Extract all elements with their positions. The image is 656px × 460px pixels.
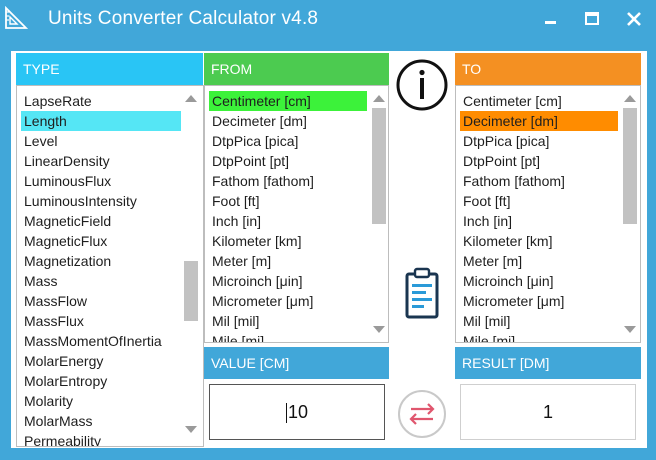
to-scrollbar[interactable] — [622, 86, 638, 342]
main-content: TYPE LapseRate Length Level LinearDensity Lu… — [11, 51, 647, 448]
from-list-item[interactable]: Centimeter [cm] — [209, 91, 367, 111]
type-list[interactable]: LapseRate Length Level LinearDensity Luminou… — [16, 85, 204, 447]
scroll-thumb[interactable] — [184, 261, 198, 321]
scroll-down-icon[interactable] — [185, 426, 197, 433]
type-list-item[interactable]: MolarEnergy — [21, 351, 103, 371]
result-text: 1 — [542, 402, 553, 422]
to-list-item[interactable]: Decimeter [dm] — [460, 111, 618, 131]
info-icon[interactable] — [396, 59, 448, 111]
from-list-item[interactable]: DtpPica [pica] — [209, 131, 298, 151]
to-list-item[interactable]: Kilometer [km] — [460, 231, 552, 251]
type-list-item[interactable]: Level — [21, 131, 57, 151]
from-list[interactable]: Centimeter [cm] Decimeter [dm] DtpPica [pi… — [204, 85, 389, 343]
type-list-item[interactable]: MolarMass — [21, 411, 92, 431]
scroll-up-icon[interactable] — [624, 95, 636, 102]
type-list-item[interactable]: LuminousFlux — [21, 171, 111, 191]
type-list-item[interactable]: MassFlux — [21, 311, 84, 331]
type-list-item[interactable]: MagneticFlux — [21, 231, 107, 251]
to-list-item[interactable]: Centimeter [cm] — [460, 91, 562, 111]
scroll-up-icon[interactable] — [373, 95, 385, 102]
window-title: Units Converter Calculator v4.8 — [48, 8, 319, 29]
type-header: TYPE — [16, 53, 203, 85]
to-list-item[interactable]: Inch [in] — [460, 211, 512, 231]
title-bar[interactable]: Units Converter Calculator v4.8 — [0, 0, 656, 40]
from-list-item[interactable]: Mil [mil] — [209, 311, 259, 331]
type-list-item[interactable]: MassMomentOfInertia — [21, 331, 162, 351]
type-list-item[interactable]: MassFlow — [21, 291, 87, 311]
close-icon[interactable] — [625, 10, 643, 28]
scroll-down-icon[interactable] — [624, 326, 636, 333]
to-list-item[interactable]: Meter [m] — [460, 251, 522, 271]
to-list[interactable]: Centimeter [cm] Decimeter [dm] DtpPica [pi… — [455, 85, 641, 343]
type-list-item[interactable]: Length — [21, 111, 181, 131]
result-output: 1 — [460, 384, 636, 440]
type-list-item[interactable]: LinearDensity — [21, 151, 110, 171]
value-text: 10 — [287, 402, 309, 422]
from-list-item[interactable]: Meter [m] — [209, 251, 271, 271]
swap-arrows-icon[interactable] — [397, 389, 447, 439]
type-list-item[interactable]: LapseRate — [21, 91, 92, 111]
to-list-item[interactable]: Micrometer [μm] — [460, 291, 564, 311]
app-window: Units Converter Calculator v4.8 TYPE Lap… — [0, 0, 656, 460]
maximize-icon[interactable] — [583, 10, 601, 28]
result-header: RESULT [DM] — [455, 347, 641, 379]
from-list-item[interactable]: Fathom [fathom] — [209, 171, 314, 191]
type-list-item[interactable]: MagneticField — [21, 211, 111, 231]
minimize-icon[interactable] — [542, 10, 560, 28]
to-list-item[interactable]: Mil [mil] — [460, 311, 510, 331]
to-list-item[interactable]: DtpPoint [pt] — [460, 151, 540, 171]
from-header: FROM — [204, 53, 389, 85]
to-list-item[interactable]: Foot [ft] — [460, 191, 510, 211]
to-list-item[interactable]: Mile [mi] — [460, 331, 515, 342]
type-list-item[interactable]: LuminousIntensity — [21, 191, 137, 211]
to-list-item[interactable]: Microinch [μin] — [460, 271, 554, 291]
from-list-item[interactable]: DtpPoint [pt] — [209, 151, 289, 171]
from-list-item[interactable]: Decimeter [dm] — [209, 111, 307, 131]
to-list-item[interactable]: Fathom [fathom] — [460, 171, 565, 191]
from-scrollbar[interactable] — [371, 86, 387, 342]
type-scrollbar[interactable] — [183, 86, 199, 446]
from-list-item[interactable]: Mile [mi] — [209, 331, 264, 342]
scroll-down-icon[interactable] — [373, 326, 385, 333]
value-input[interactable]: 10 — [209, 384, 385, 440]
to-header: TO — [455, 53, 641, 85]
from-list-item[interactable]: Microinch [μin] — [209, 271, 303, 291]
from-list-item[interactable]: Foot [ft] — [209, 191, 259, 211]
to-list-item[interactable]: DtpPica [pica] — [460, 131, 549, 151]
type-list-item[interactable]: MolarEntropy — [21, 371, 107, 391]
scroll-thumb[interactable] — [623, 108, 637, 224]
type-list-item[interactable]: Mass — [21, 271, 57, 291]
type-list-item[interactable]: Molarity — [21, 391, 73, 411]
text-caret — [285, 403, 287, 424]
type-list-item[interactable]: Permeability — [21, 431, 101, 446]
clipboard-icon[interactable] — [405, 267, 439, 319]
from-list-item[interactable]: Inch [in] — [209, 211, 261, 231]
ruler-triangle-icon — [5, 6, 28, 29]
from-list-item[interactable]: Kilometer [km] — [209, 231, 301, 251]
type-list-item[interactable]: Magnetization — [21, 251, 111, 271]
scroll-up-icon[interactable] — [185, 95, 197, 102]
from-list-item[interactable]: Micrometer [μm] — [209, 291, 313, 311]
value-header: VALUE [CM] — [204, 347, 389, 379]
scroll-thumb[interactable] — [372, 108, 386, 224]
